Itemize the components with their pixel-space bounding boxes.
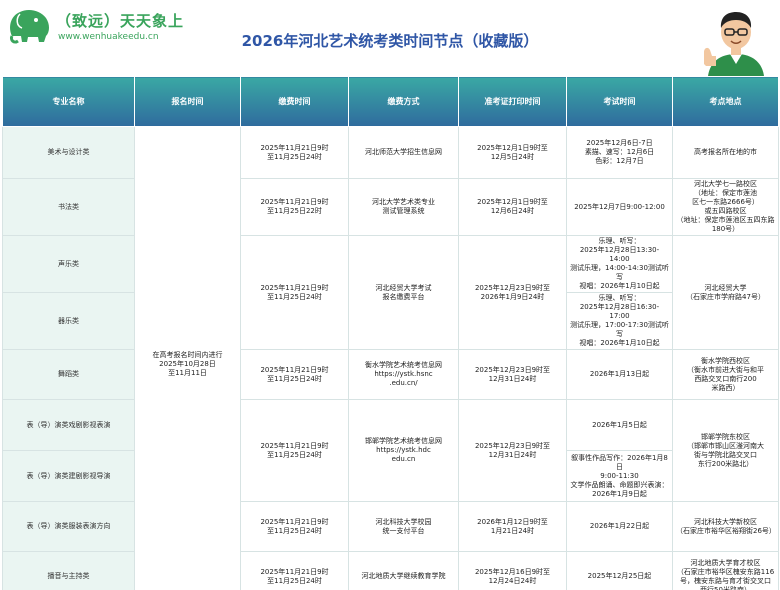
fee-method-cell: 河北经贸大学考试 报名缴费平台 (348, 235, 459, 350)
major-cell: 播音与主持类 (2, 551, 135, 590)
table-row: 表（导）演类服装表演方向 2025年11月21日9时 至11月25日24时 河北… (2, 501, 779, 552)
exam-time-cell: 2026年1月22日起 (566, 501, 673, 552)
exam-schedule-table: 专业名称 报名时间 缴费时间 缴费方式 准考证打印时间 考试时间 考点地点 美术… (2, 76, 779, 590)
exam-time-cell: 2026年1月5日起 (566, 399, 673, 451)
ticket-print-time-cell: 2026年1月12日9时至 1月21日24时 (458, 501, 567, 552)
column-header-ticket-print-time: 准考证打印时间 (458, 76, 567, 127)
page-header: （致远）天天象上 www.wenhuakeedu.cn 2026年河北艺术统考类… (0, 0, 780, 76)
fee-method-cell: 衡水学院艺术统考信息网 https://ystk.hsnc .edu.cn/ (348, 349, 459, 400)
major-cell: 表（导）演类建剧影视导演 (2, 450, 135, 502)
fee-time-cell: 2025年11月21日9时 至11月25日24时 (240, 235, 349, 350)
exam-location-cell: 高考报名所在地的市 (672, 126, 779, 179)
major-cell: 书法类 (2, 178, 135, 236)
column-header-fee-method: 缴费方式 (348, 76, 459, 127)
fee-time-cell: 2025年11月21日9时 至11月25日24时 (240, 501, 349, 552)
logo-name: （致远）天天象上 (56, 12, 185, 30)
fee-time-cell: 2025年11月21日9时 至11月25日24时 (240, 126, 349, 179)
exam-time-cell: 乐理、听写： 2025年12月28日13:30-14:00 测试乐理，14:00… (566, 235, 673, 293)
exam-location-cell: 邯郸学院东校区 （邯郸市邯山区滏河南大 街与学院北路交叉口 东行200米路北） (672, 399, 779, 502)
table-row: 舞蹈类 2025年11月21日9时 至11月25日24时 衡水学院艺术统考信息网… (2, 349, 779, 400)
column-header-registration-time: 报名时间 (134, 76, 241, 127)
fee-time-cell: 2025年11月21日9时 至11月25日24时 (240, 349, 349, 400)
table-row: 播音与主持类 2025年11月21日9时 至11月25日24时 河北地质大学继续… (2, 551, 779, 590)
major-cell: 器乐类 (2, 292, 135, 350)
ticket-print-time-cell: 2025年12月16日9时至 12月24日24时 (458, 551, 567, 590)
column-header-exam-time: 考试时间 (566, 76, 673, 127)
exam-location-cell: 河北经贸大学 （石家庄市学府路47号） (672, 235, 779, 350)
table-row: 表（导）演类戏剧影视表演 2025年11月21日9时 至11月25日24时 邯郸… (2, 399, 779, 502)
column-header-fee-time: 缴费时间 (240, 76, 349, 127)
ticket-print-time-cell: 2025年12月1日9时至 12月5日24时 (458, 126, 567, 179)
major-cell: 声乐类 (2, 235, 135, 293)
exam-location-cell: 河北地质大学育才校区 （石家庄市裕华区槐安东路116 号，槐安东路与育才街交叉口… (672, 551, 779, 590)
ticket-print-time-cell: 2025年12月23日9时至 2026年1月9日24时 (458, 235, 567, 350)
major-cell: 表（导）演类服装表演方向 (2, 501, 135, 552)
fee-time-cell: 2025年11月21日9时 至11月25日24时 (240, 399, 349, 502)
fee-method-cell: 河北科技大学校园 统一支付平台 (348, 501, 459, 552)
teacher-thumbs-up-icon (704, 12, 764, 76)
page-title: 2026年河北艺术统考类时间节点（收藏版） (241, 32, 539, 50)
exam-location-cell: 河北大学七一路校区 （地址：保定市莲池 区七一东路2666号） 或五四路校区 （… (672, 178, 779, 236)
table-header-row: 专业名称 报名时间 缴费时间 缴费方式 准考证打印时间 考试时间 考点地点 (2, 76, 779, 127)
exam-time-cell: 2025年12月25日起 (566, 551, 673, 590)
fee-time-cell: 2025年11月21日9时 至11月25日22时 (240, 178, 349, 236)
table-row: 声乐类 2025年11月21日9时 至11月25日24时 河北经贸大学考试 报名… (2, 235, 779, 350)
table-row: 书法类 2025年11月21日9时 至11月25日22时 河北大学艺术类专业 测… (2, 178, 779, 236)
fee-time-cell: 2025年11月21日9时 至11月25日24时 (240, 551, 349, 590)
exam-location-cell: 河北科技大学新校区 （石家庄市裕华区裕翔街26号） (672, 501, 779, 552)
registration-time-cell: 在高考报名时间内进行 2025年10月28日 至11月11日 (134, 126, 241, 590)
exam-time-cell: 2026年1月13日起 (566, 349, 673, 400)
ticket-print-time-cell: 2025年12月23日9时至 12月31日24时 (458, 399, 567, 502)
ticket-print-time-cell: 2025年12月1日9时至 12月6日24时 (458, 178, 567, 236)
table-row: 美术与设计类 在高考报名时间内进行 2025年10月28日 至11月11日 20… (2, 126, 779, 590)
major-cell: 舞蹈类 (2, 349, 135, 400)
column-header-major: 专业名称 (2, 76, 135, 127)
exam-time-cell: 叙事性作品写作：2026年1月8日 9:00-11:30 文学作品朗诵、命题即兴… (566, 450, 673, 502)
fee-method-cell: 河北地质大学继续教育学院 (348, 551, 459, 590)
ticket-print-time-cell: 2025年12月23日9时至 12月31日24时 (458, 349, 567, 400)
exam-time-cell: 2025年12月7日9:00-12:00 (566, 178, 673, 236)
exam-location-cell: 衡水学院西校区 （衡水市前进大街与和平 西路交叉口南行200 米路西） (672, 349, 779, 400)
fee-method-cell: 河北师范大学招生信息网 (348, 126, 459, 179)
fee-method-cell: 邯郸学院艺术统考信息网 https://ystk.hdc edu.cn (348, 399, 459, 502)
major-cell: 表（导）演类戏剧影视表演 (2, 399, 135, 451)
column-header-exam-location: 考点地点 (672, 76, 779, 127)
exam-time-cell: 2025年12月6日-7日 素描、速写：12月6日 色彩：12月7日 (566, 126, 673, 179)
fee-method-cell: 河北大学艺术类专业 测试管理系统 (348, 178, 459, 236)
major-cell: 美术与设计类 (2, 126, 135, 179)
exam-time-cell: 乐理、听写： 2025年12月28日16:30-17:00 测试乐理，17:00… (566, 292, 673, 350)
